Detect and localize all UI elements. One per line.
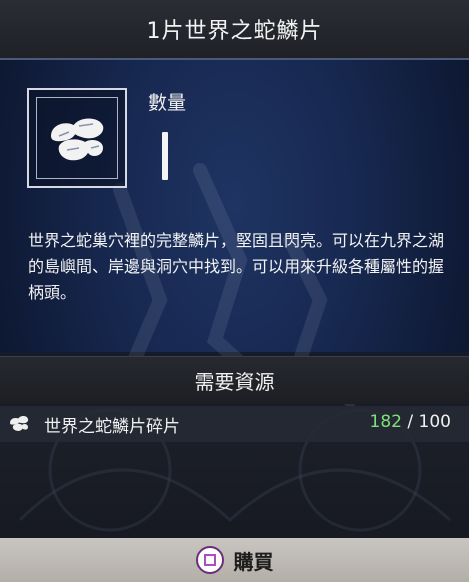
requirement-row: 世界之蛇鱗片碎片 182 / 100 bbox=[0, 406, 469, 442]
page-title: 1片世界之蛇鱗片 bbox=[146, 19, 323, 44]
item-icon-frame bbox=[27, 88, 127, 188]
square-glyph-icon bbox=[203, 554, 216, 566]
requirement-count: 182 / 100 bbox=[370, 412, 451, 432]
requirement-have: 182 bbox=[369, 412, 402, 432]
title-bar: 1片世界之蛇鱗片 bbox=[0, 0, 469, 60]
requirement-name: 世界之蛇鱗片碎片 bbox=[44, 417, 180, 437]
requirement-need: 100 bbox=[418, 412, 451, 432]
quantity-slider[interactable] bbox=[162, 132, 168, 180]
requirements-title: 需要資源 bbox=[194, 370, 275, 394]
requirements-header: 需要資源 bbox=[0, 356, 469, 404]
buy-label: 購買 bbox=[233, 549, 274, 574]
item-icon-inner-frame bbox=[36, 97, 118, 179]
quantity-label: 數量 bbox=[148, 92, 187, 114]
footer-bar: 購買 bbox=[0, 538, 469, 582]
requirement-separator: / bbox=[407, 412, 414, 432]
snake-scale-fragment-icon bbox=[10, 416, 29, 431]
square-button-icon bbox=[195, 546, 224, 574]
buy-button[interactable]: 購買 bbox=[195, 546, 274, 575]
item-description: 世界之蛇巢穴裡的完整鱗片，堅固且閃亮。可以在九界之湖的島嶼間、岸邊與洞穴中找到。… bbox=[28, 231, 445, 302]
snake-scale-icon bbox=[51, 118, 104, 161]
